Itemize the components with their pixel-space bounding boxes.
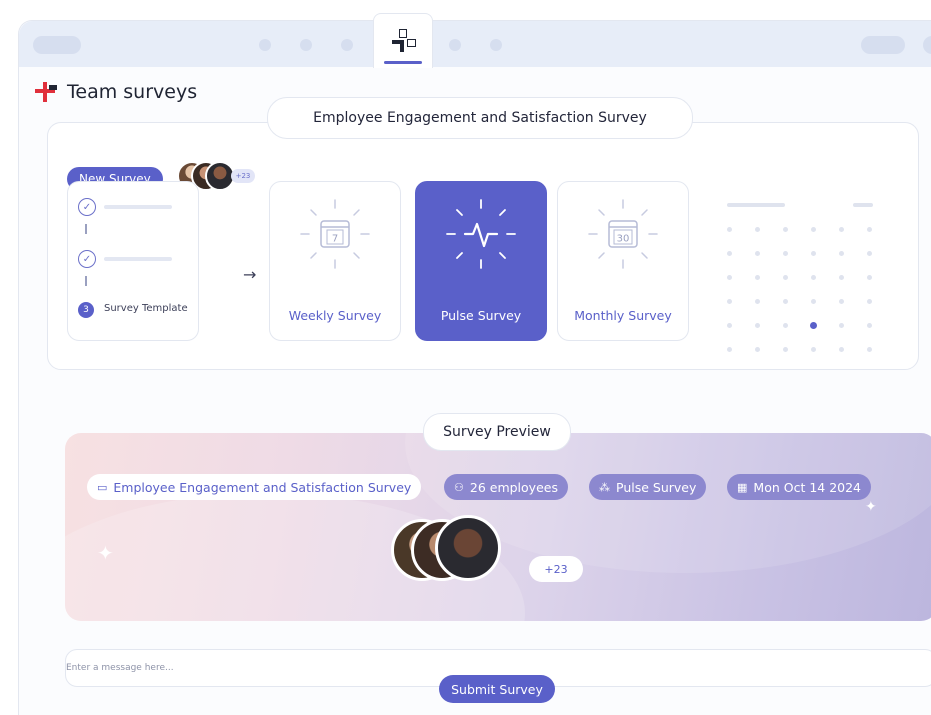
calendar-day-dot [811,227,816,232]
calendar-day-selected [810,322,817,329]
calendar-day-dot [755,275,760,280]
survey-type-chip: ⁂ Pulse Survey [589,474,707,500]
calendar-day-dot [755,227,760,232]
calendar-day-dot [755,347,760,352]
more-participants-badge[interactable]: +23 [529,556,583,582]
option-label: Weekly Survey [288,308,382,323]
template-label: Survey Template [104,303,188,314]
calendar-day-dot [839,347,844,352]
app-window: Team surveys Employee Engagement and Sat… [18,13,931,715]
calendar-grid [719,201,889,361]
active-tab-indicator [384,61,422,64]
option-label: Monthly Survey [574,308,672,323]
placeholder-line [853,203,873,207]
calendar-day-dot [811,347,816,352]
date-chip: ▦ Mon Oct 14 2024 [727,474,872,500]
survey-template-card[interactable]: ✓ ✓ 3 Survey Template [67,181,199,341]
step-number-badge: 3 [78,302,94,318]
calendar-day-dot [839,227,844,232]
weekly-survey-option[interactable]: 7 Weekly Survey [269,181,401,341]
tab-dot[interactable] [449,39,461,51]
survey-preview-title: Survey Preview [423,413,571,451]
calendar-day-dot [867,251,872,256]
calendar-day-dot [867,275,872,280]
calendar-day-dot [727,347,732,352]
step-connector [85,276,87,286]
page-title: Team surveys [67,81,198,103]
calendar-day-dot [727,275,732,280]
calendar-day-dot [783,347,788,352]
calendar-day-dot [783,299,788,304]
check-circle-icon: ✓ [78,250,96,268]
pulse-survey-option[interactable]: Pulse Survey [415,181,547,341]
employees-chip: ⚇ 26 employees [444,474,568,500]
step-connector [85,224,87,234]
browser-tab-bar [19,13,931,68]
tab-placeholder[interactable] [923,36,931,54]
active-tab[interactable] [373,13,433,68]
calendar-day-dot [755,323,760,328]
calendar-day-dot [727,299,732,304]
arrow-right-icon: → [243,265,257,284]
message-placeholder: Enter a message here... [66,663,174,673]
avatar [435,515,501,581]
monthly-survey-option[interactable]: 30 Monthly Survey [557,181,689,341]
page-header: Team surveys [35,81,197,103]
calendar-day-dot [839,275,844,280]
calendar-day-dot [839,251,844,256]
calendar-day-dot [811,275,816,280]
chip-label: Mon Oct 14 2024 [753,479,862,495]
placeholder-line [104,257,172,261]
calendar-day-dot [783,323,788,328]
calendar-day-dot [755,299,760,304]
placeholder-line [104,205,172,209]
calendar-day-dot [839,323,844,328]
calendar-day-dot [727,227,732,232]
calendar-day-dot [755,251,760,256]
calendar-30-icon: 30 [588,199,658,269]
calendar-day-dot [811,299,816,304]
chip-label: Pulse Survey [616,479,697,495]
message-icon: ▭ [97,480,108,494]
participant-count-badge: +23 [231,169,255,183]
calendar-day-dot [727,323,732,328]
calendar-day-dot [727,251,732,256]
calendar-day-dot [839,299,844,304]
submit-survey-button[interactable]: Submit Survey [439,675,555,703]
chip-label: 26 employees [469,479,558,495]
sparkle-icon: ✦ [865,499,877,515]
calendar-day-dot [783,251,788,256]
calendar-icon: ▦ [737,480,748,494]
check-circle-icon: ✓ [78,198,96,216]
calendar-7-icon: 7 [300,199,370,269]
chip-label: Employee Engagement and Satisfaction Sur… [113,479,412,495]
pulse-icon [446,199,516,269]
calendar-day-dot [783,227,788,232]
tab-placeholder[interactable] [33,36,81,54]
svg-text:30: 30 [617,234,630,245]
survey-preview-panel [65,433,931,621]
calendar-day-dot [867,323,872,328]
calendar-day-dot [783,275,788,280]
calendar-day-dot [811,251,816,256]
tab-dot[interactable] [490,39,502,51]
survey-title: Employee Engagement and Satisfaction Sur… [267,97,693,139]
calendar-day-dot [867,347,872,352]
calendar-day-dot [867,299,872,304]
svg-text:7: 7 [332,234,338,245]
pulse-icon: ⁂ [599,480,610,494]
tab-dot[interactable] [300,39,312,51]
placeholder-line [727,203,785,207]
users-icon: ⚇ [454,480,464,494]
survey-name-chip: ▭ Employee Engagement and Satisfaction S… [87,474,422,500]
tab-placeholder[interactable] [861,36,905,54]
tab-dot[interactable] [259,39,271,51]
app-logo-icon [392,28,416,52]
tab-dot[interactable] [341,39,353,51]
sparkle-icon: ✦ [97,541,114,565]
option-label: Pulse Survey [440,308,522,323]
calendar-day-dot [867,227,872,232]
brand-logo-icon [35,81,57,103]
